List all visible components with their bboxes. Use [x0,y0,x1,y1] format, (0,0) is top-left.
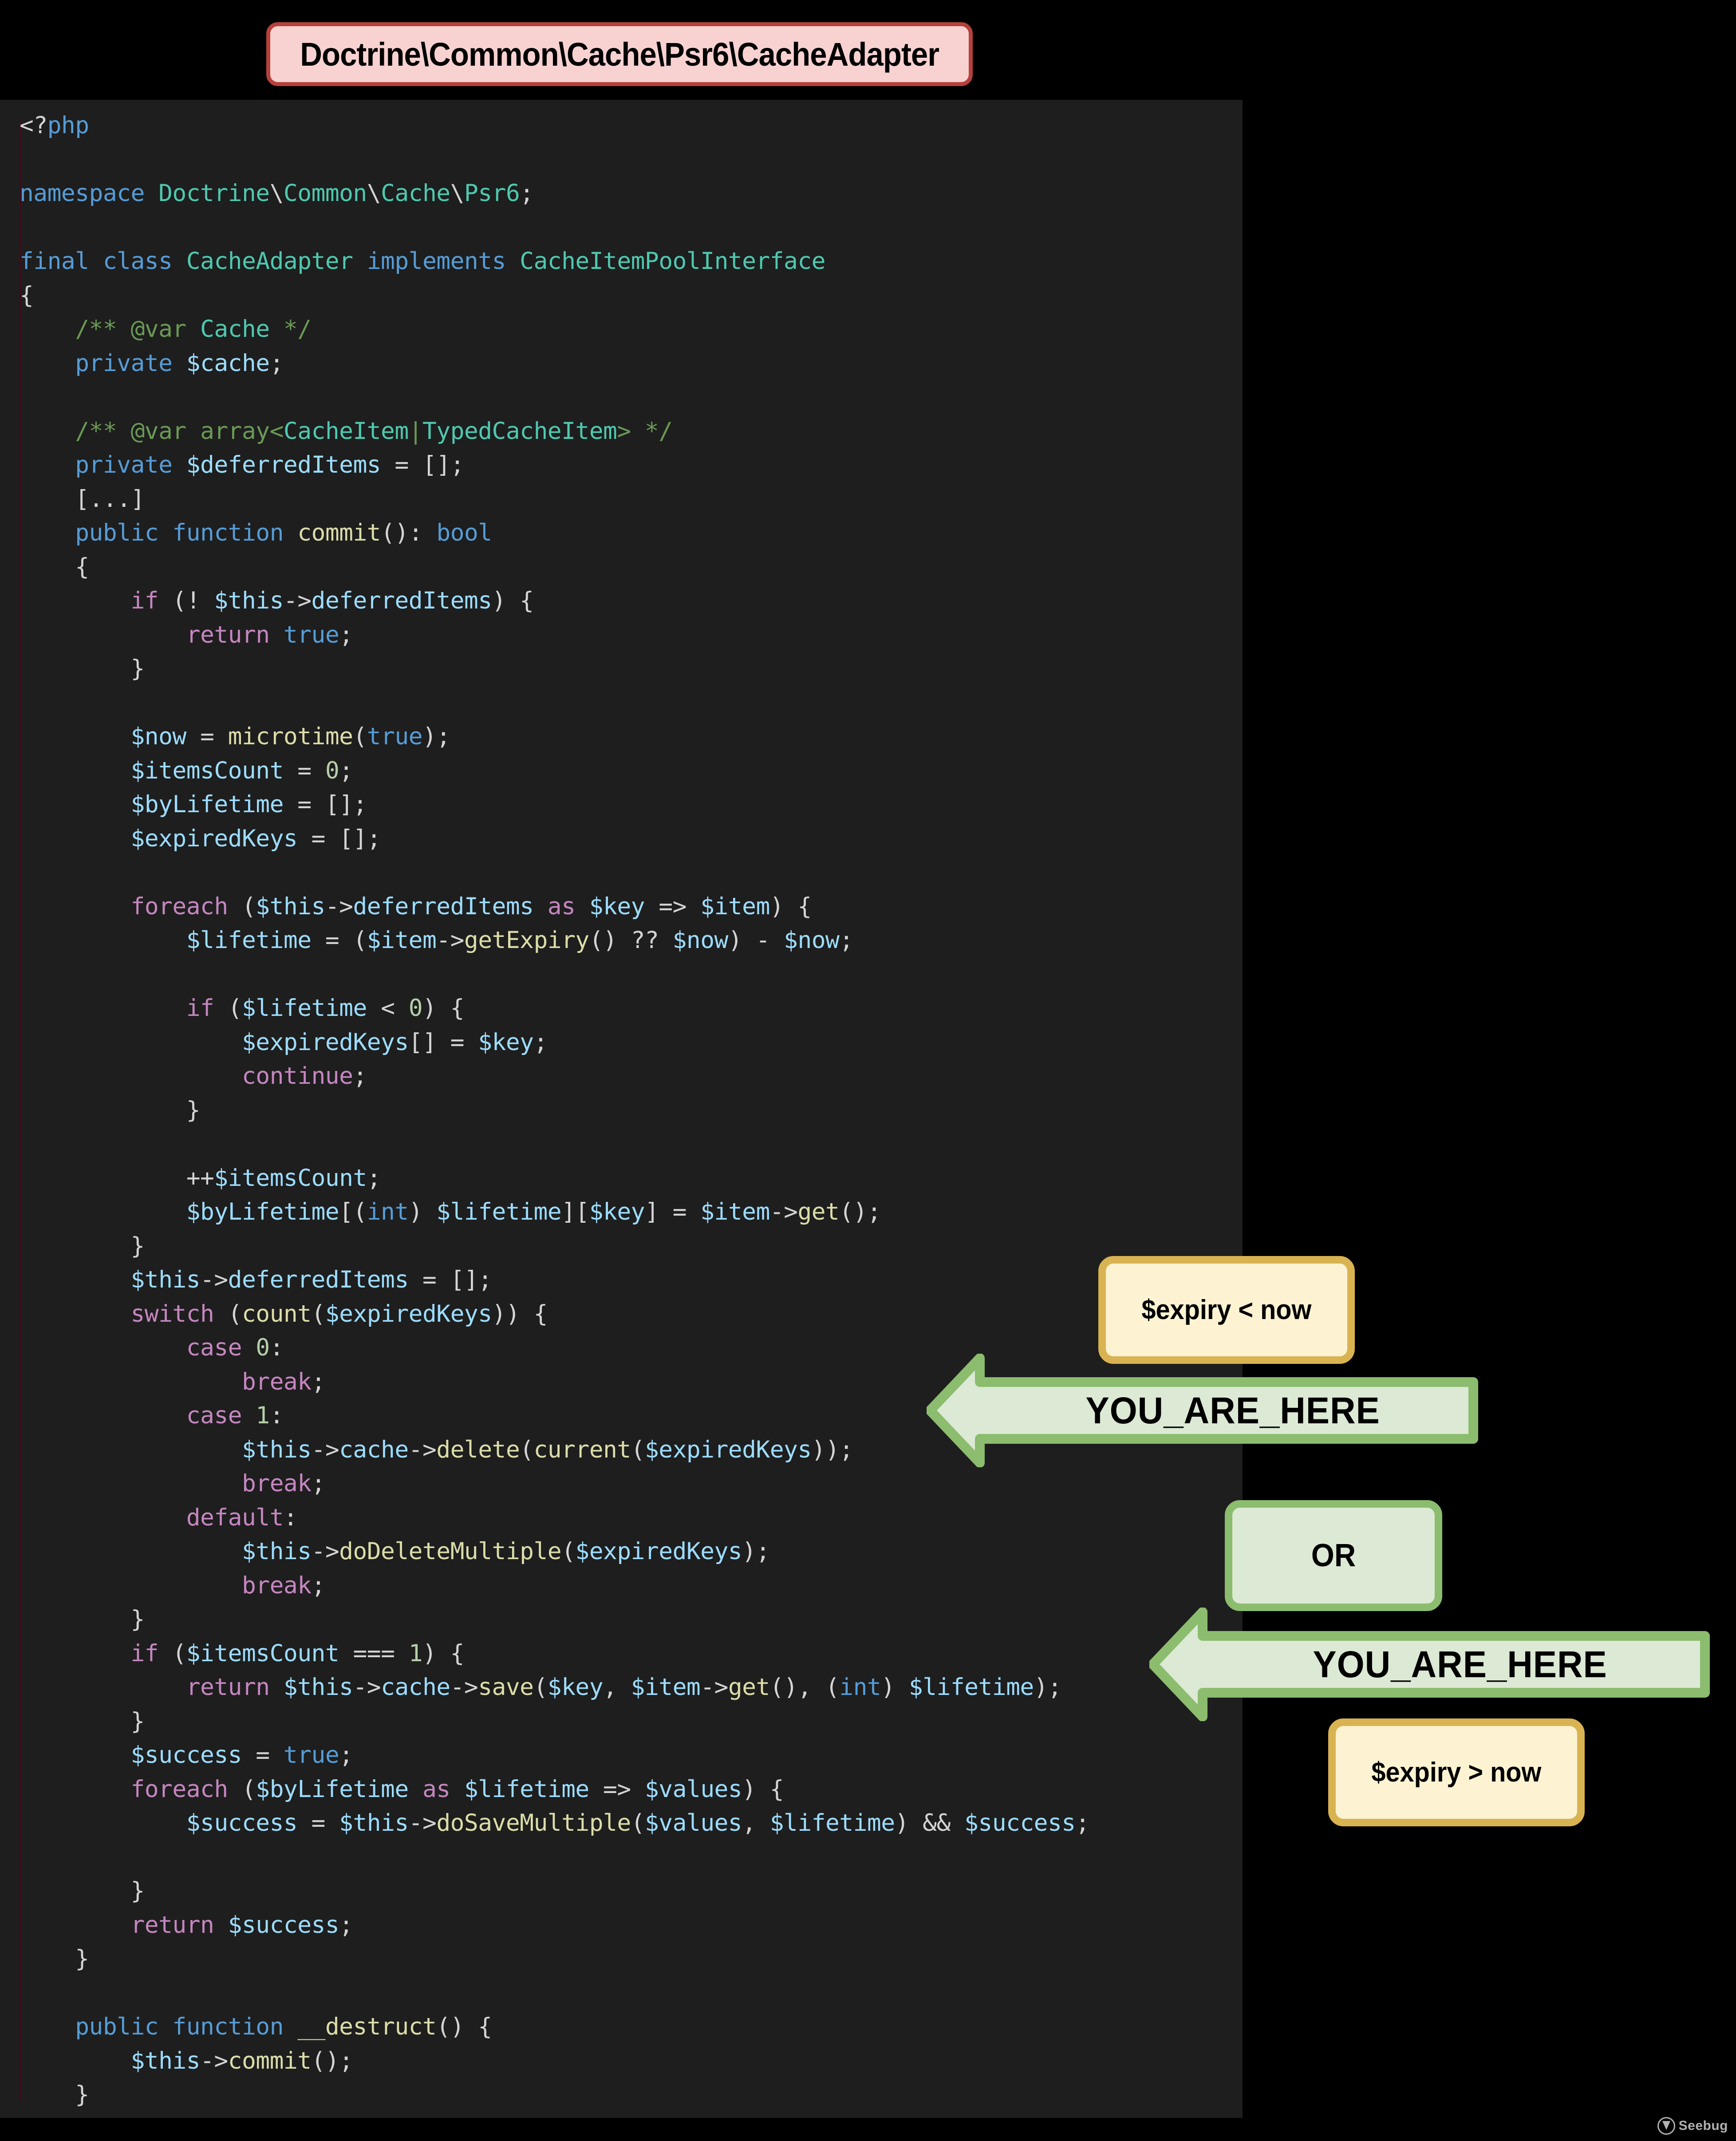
page-title-banner: Doctrine\Common\Cache\Psr6\CacheAdapter [266,22,973,86]
code-panel: <?php namespace Doctrine\Common\Cache\Ps… [0,100,1243,2118]
callout-expiry-greater-than-now-label: $expiry > now [1371,1757,1542,1788]
callout-expiry-greater-than-now: $expiry > now [1328,1718,1585,1826]
page-title: Doctrine\Common\Cache\Psr6\CacheAdapter [300,36,939,73]
watermark-label: Seebug [1678,2118,1728,2133]
code-block: <?php namespace Doctrine\Common\Cache\Ps… [20,112,1089,2118]
callout-or-label: OR [1311,1538,1356,1573]
callout-or: OR [1225,1500,1442,1611]
you-are-here-arrow-top: YOU_ARE_HERE [927,1354,1486,1467]
watermark: Seebug [1657,2117,1728,2135]
callout-expiry-less-than-now-label: $expiry < now [1141,1295,1312,1325]
left-arrow-icon [1149,1608,1710,1721]
you-are-here-arrow-bottom: YOU_ARE_HERE [1149,1608,1717,1721]
callout-expiry-less-than-now: $expiry < now [1098,1256,1355,1364]
seebug-logo-icon [1657,2117,1675,2135]
left-arrow-icon [927,1354,1478,1467]
